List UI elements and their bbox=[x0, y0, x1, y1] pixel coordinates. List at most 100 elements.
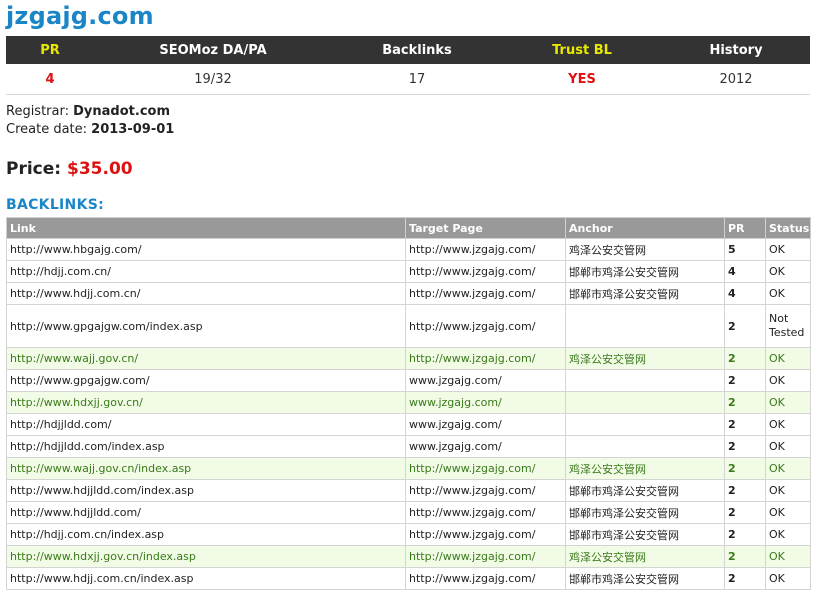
backlink-url: http://www.hdxjj.gov.cn/ bbox=[6, 391, 406, 414]
anchor-text: 邯郸市鸡泽公安交管网 bbox=[565, 523, 725, 546]
col-header-anchor: Anchor bbox=[565, 217, 725, 239]
row-pr: 4 bbox=[724, 282, 766, 305]
col-header-pr: PR bbox=[724, 217, 766, 239]
stats-header-row: PR SEOMoz DA/PA Backlinks Trust BL Histo… bbox=[6, 36, 810, 64]
row-status: OK bbox=[765, 391, 811, 414]
row-pr: 2 bbox=[724, 413, 766, 436]
stats-header-backlinks: Backlinks bbox=[332, 36, 502, 64]
stats-header-pr: PR bbox=[6, 36, 94, 64]
table-row: http://www.wajj.gov.cn/index.asp http://w… bbox=[6, 457, 811, 480]
stats-value-pr: 4 bbox=[6, 64, 94, 95]
stats-header-trust-bl: Trust BL bbox=[502, 36, 662, 64]
row-pr: 2 bbox=[724, 567, 766, 590]
table-row: http://www.hdjjldd.com/index.asp http://w… bbox=[6, 479, 811, 502]
row-status: OK bbox=[765, 260, 811, 283]
anchor-text: 鸡泽公安交管网 bbox=[565, 238, 725, 261]
target-page: http://www.jzgajg.com/ bbox=[405, 479, 566, 502]
target-page: http://www.jzgajg.com/ bbox=[405, 545, 566, 568]
stats-header-seomoz: SEOMoz DA/PA bbox=[94, 36, 332, 64]
target-page: http://www.jzgajg.com/ bbox=[405, 457, 566, 480]
price-label: Price: bbox=[6, 159, 62, 179]
row-pr: 2 bbox=[724, 545, 766, 568]
anchor-text: 鸡泽公安交管网 bbox=[565, 347, 725, 370]
stats-value-row: 4 19/32 17 YES 2012 bbox=[6, 64, 810, 95]
table-row: http://www.hdxjj.gov.cn/index.asp http://… bbox=[6, 545, 811, 568]
target-page: http://www.jzgajg.com/ bbox=[405, 523, 566, 546]
col-header-status: Status bbox=[765, 217, 811, 239]
row-pr: 5 bbox=[724, 238, 766, 261]
table-row: http://www.gpgajgw.com/index.asp http://w… bbox=[6, 304, 811, 348]
create-date-line: Create date: 2013-09-01 bbox=[6, 122, 174, 137]
stats-value-backlinks: 17 bbox=[332, 64, 502, 95]
table-row: http://www.wajj.gov.cn/http://www.jzgajg… bbox=[6, 347, 811, 370]
row-status: OK bbox=[765, 282, 811, 305]
table-row: http://www.hdjjldd.com/http://www.jzgajg… bbox=[6, 501, 811, 524]
stats-value-history: 2012 bbox=[662, 64, 810, 95]
registrar-label: Registrar: bbox=[6, 104, 69, 119]
anchor-text: 邯郸市鸡泽公安交管网 bbox=[565, 479, 725, 502]
row-status: OK bbox=[765, 501, 811, 524]
row-pr: 2 bbox=[724, 479, 766, 502]
backlink-url: http://www.wajj.gov.cn/ bbox=[6, 347, 406, 370]
target-page: www.jzgajg.com/ bbox=[405, 413, 566, 436]
row-pr: 2 bbox=[724, 501, 766, 524]
target-page: http://www.jzgajg.com/ bbox=[405, 282, 566, 305]
domain-title: jzgajg.com bbox=[6, 2, 154, 30]
stats-value-trust-bl: YES bbox=[502, 64, 662, 95]
backlink-url: http://www.hbgajg.com/ bbox=[6, 238, 406, 261]
anchor-text bbox=[565, 304, 725, 348]
table-row: http://www.gpgajgw.com/www.jzgajg.com/2 O… bbox=[6, 369, 811, 392]
backlink-url: http://www.wajj.gov.cn/index.asp bbox=[6, 457, 406, 480]
row-status: OK bbox=[765, 523, 811, 546]
stats-header-history: History bbox=[662, 36, 810, 64]
backlink-url: http://hdjj.com.cn/index.asp bbox=[6, 523, 406, 546]
backlink-url: http://www.hdjjldd.com/ bbox=[6, 501, 406, 524]
anchor-text bbox=[565, 413, 725, 436]
anchor-text bbox=[565, 391, 725, 414]
row-status: OK bbox=[765, 347, 811, 370]
target-page: www.jzgajg.com/ bbox=[405, 435, 566, 458]
row-status: OK bbox=[765, 369, 811, 392]
table-row: http://www.hbgajg.com/http://www.jzgajg.… bbox=[6, 238, 811, 261]
row-status: Not Tested bbox=[765, 304, 811, 348]
row-status: OK bbox=[765, 457, 811, 480]
backlink-url: http://hdjjldd.com/index.asp bbox=[6, 435, 406, 458]
row-pr: 2 bbox=[724, 304, 766, 348]
backlink-url: http://www.hdxjj.gov.cn/index.asp bbox=[6, 545, 406, 568]
row-status: OK bbox=[765, 479, 811, 502]
anchor-text: 邯郸市鸡泽公安交管网 bbox=[565, 260, 725, 283]
price-line: Price: $35.00 bbox=[6, 159, 133, 179]
anchor-text: 鸡泽公安交管网 bbox=[565, 457, 725, 480]
target-page: www.jzgajg.com/ bbox=[405, 369, 566, 392]
backlink-url: http://hdjjldd.com/ bbox=[6, 413, 406, 436]
anchor-text: 邯郸市鸡泽公安交管网 bbox=[565, 282, 725, 305]
backlink-url: http://hdjj.com.cn/ bbox=[6, 260, 406, 283]
anchor-text: 邯郸市鸡泽公安交管网 bbox=[565, 501, 725, 524]
row-pr: 2 bbox=[724, 435, 766, 458]
row-pr: 2 bbox=[724, 347, 766, 370]
registrar-value: Dynadot.com bbox=[73, 104, 171, 119]
target-page: http://www.jzgajg.com/ bbox=[405, 567, 566, 590]
backlinks-heading: BACKLINKS: bbox=[6, 197, 105, 213]
target-page: http://www.jzgajg.com/ bbox=[405, 304, 566, 348]
create-date-label: Create date: bbox=[6, 122, 88, 137]
target-page: http://www.jzgajg.com/ bbox=[405, 238, 566, 261]
row-pr: 4 bbox=[724, 260, 766, 283]
target-page: www.jzgajg.com/ bbox=[405, 391, 566, 414]
row-pr: 2 bbox=[724, 391, 766, 414]
backlinks-body: http://www.hbgajg.com/http://www.jzgajg.… bbox=[6, 238, 811, 590]
backlinks-table: Link Target Page Anchor PR Status http:/… bbox=[6, 217, 811, 590]
row-status: OK bbox=[765, 435, 811, 458]
table-row: http://www.hdjj.com.cn/index.asp http://w… bbox=[6, 567, 811, 590]
row-pr: 2 bbox=[724, 369, 766, 392]
stats-value-seomoz: 19/32 bbox=[94, 64, 332, 95]
row-pr: 2 bbox=[724, 457, 766, 480]
anchor-text: 鸡泽公安交管网 bbox=[565, 545, 725, 568]
backlink-url: http://www.hdjj.com.cn/ bbox=[6, 282, 406, 305]
col-header-link: Link bbox=[6, 217, 406, 239]
target-page: http://www.jzgajg.com/ bbox=[405, 347, 566, 370]
anchor-text bbox=[565, 369, 725, 392]
price-value: $35.00 bbox=[67, 159, 133, 179]
anchor-text bbox=[565, 435, 725, 458]
backlink-url: http://www.gpgajgw.com/ bbox=[6, 369, 406, 392]
